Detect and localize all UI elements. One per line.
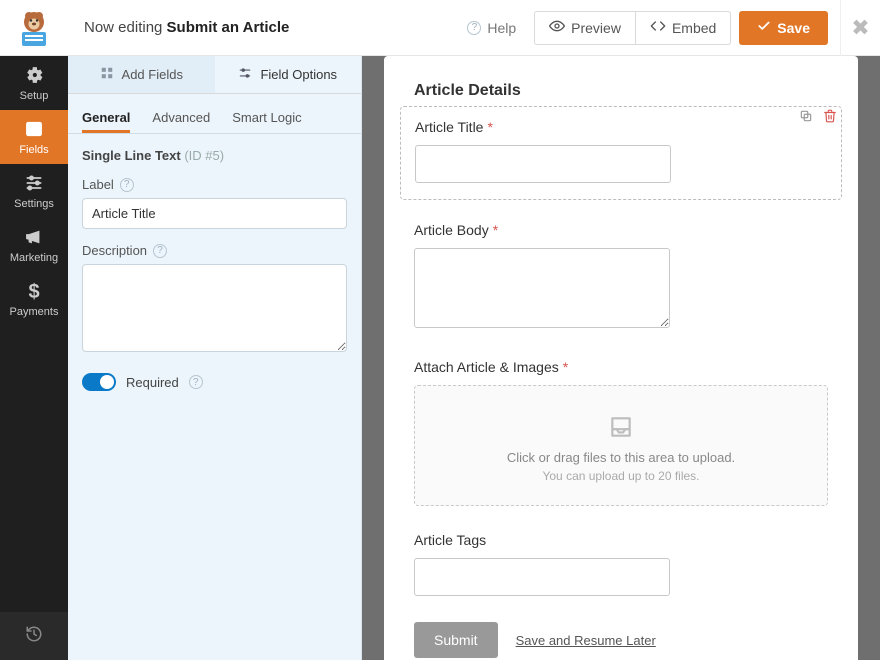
submit-button[interactable]: Submit bbox=[414, 622, 498, 658]
dropzone-sub-text: You can upload up to 20 files. bbox=[425, 469, 817, 483]
now-editing-prefix: Now editing bbox=[84, 19, 167, 36]
section-title: Article Details bbox=[414, 82, 828, 100]
save-label: Save bbox=[777, 20, 810, 36]
help-icon[interactable]: ? bbox=[153, 244, 167, 258]
rail-label: Marketing bbox=[10, 252, 58, 264]
field-label-text: Article Title bbox=[415, 119, 483, 135]
description-label: Description bbox=[82, 243, 147, 258]
rail-item-setup[interactable]: Setup bbox=[0, 56, 68, 110]
rail-label: Settings bbox=[14, 198, 54, 210]
rail-label: Fields bbox=[19, 144, 48, 156]
embed-button[interactable]: Embed bbox=[636, 11, 731, 45]
required-asterisk: * bbox=[487, 119, 492, 135]
field-label-text: Article Body bbox=[414, 222, 489, 238]
top-actions: ? Help Preview Embed Save bbox=[457, 11, 840, 45]
label-input[interactable] bbox=[82, 198, 347, 229]
article-body-textarea[interactable] bbox=[414, 248, 670, 328]
preview-button[interactable]: Preview bbox=[534, 11, 636, 45]
grid-icon bbox=[100, 66, 114, 83]
embed-label: Embed bbox=[672, 20, 716, 36]
now-editing-label: Now editing Submit an Article bbox=[84, 19, 289, 36]
field-id-label: (ID #5) bbox=[184, 148, 224, 163]
delete-field-button[interactable] bbox=[823, 109, 837, 128]
field-article-body[interactable]: Article Body* bbox=[414, 222, 828, 333]
help-icon: ? bbox=[467, 21, 481, 35]
left-rail: Setup Fields Settings Marketing $ Paymen… bbox=[0, 56, 68, 660]
field-heading: Single Line Text (ID #5) bbox=[82, 148, 347, 163]
history-icon bbox=[25, 625, 43, 648]
rail-item-marketing[interactable]: Marketing bbox=[0, 218, 68, 272]
rail-history-button[interactable] bbox=[0, 612, 68, 660]
check-icon bbox=[757, 19, 771, 36]
duplicate-field-button[interactable] bbox=[799, 109, 813, 128]
rail-item-settings[interactable]: Settings bbox=[0, 164, 68, 218]
rail-label: Payments bbox=[10, 306, 59, 318]
sliders-icon bbox=[238, 66, 252, 83]
form-icon bbox=[24, 119, 44, 142]
field-label-text: Article Tags bbox=[414, 532, 486, 548]
megaphone-icon bbox=[24, 227, 44, 250]
subtab-smart-logic[interactable]: Smart Logic bbox=[232, 110, 301, 133]
subtab-general[interactable]: General bbox=[82, 110, 130, 133]
help-link[interactable]: ? Help bbox=[457, 20, 526, 36]
required-toggle[interactable] bbox=[82, 373, 116, 391]
close-builder-button[interactable]: ✖ bbox=[840, 0, 880, 56]
save-resume-link[interactable]: Save and Resume Later bbox=[516, 633, 656, 648]
field-type-label: Single Line Text bbox=[82, 148, 181, 163]
sliders-icon bbox=[24, 173, 44, 196]
help-icon[interactable]: ? bbox=[120, 178, 134, 192]
field-attach[interactable]: Attach Article & Images* Click or drag f… bbox=[414, 359, 828, 506]
required-asterisk: * bbox=[493, 222, 498, 238]
required-asterisk: * bbox=[563, 359, 568, 375]
help-icon[interactable]: ? bbox=[189, 375, 203, 389]
rail-item-fields[interactable]: Fields bbox=[0, 110, 68, 164]
subtab-advanced[interactable]: Advanced bbox=[152, 110, 210, 133]
article-tags-input[interactable] bbox=[414, 558, 670, 596]
gear-icon bbox=[24, 65, 44, 88]
label-label: Label bbox=[82, 177, 114, 192]
save-button[interactable]: Save bbox=[739, 11, 828, 45]
tab-field-options[interactable]: Field Options bbox=[215, 56, 362, 93]
inbox-icon bbox=[425, 414, 817, 440]
dropzone-main-text: Click or drag files to this area to uplo… bbox=[425, 450, 817, 465]
copy-icon bbox=[799, 110, 813, 127]
rail-label: Setup bbox=[20, 90, 49, 102]
field-options-panel: Add Fields Field Options General Advance… bbox=[68, 56, 362, 660]
eye-icon bbox=[549, 18, 565, 37]
rail-item-payments[interactable]: $ Payments bbox=[0, 272, 68, 326]
help-label: Help bbox=[487, 20, 516, 36]
tab-add-fields[interactable]: Add Fields bbox=[68, 56, 215, 93]
tab-label: Field Options bbox=[260, 67, 337, 82]
preview-label: Preview bbox=[571, 20, 621, 36]
description-textarea[interactable] bbox=[82, 264, 347, 352]
app-logo bbox=[0, 0, 68, 56]
trash-icon bbox=[823, 110, 837, 127]
form-card: Article Details Article Title* bbox=[384, 56, 858, 660]
article-title-input[interactable] bbox=[415, 145, 671, 183]
top-bar: Now editing Submit an Article ? Help Pre… bbox=[0, 0, 880, 56]
close-icon: ✖ bbox=[851, 15, 869, 40]
tab-label: Add Fields bbox=[122, 67, 183, 82]
dollar-icon: $ bbox=[28, 281, 39, 304]
file-dropzone[interactable]: Click or drag files to this area to uplo… bbox=[414, 385, 828, 506]
form-canvas: Article Details Article Title* bbox=[362, 56, 880, 660]
required-label: Required bbox=[126, 375, 179, 390]
field-label-text: Attach Article & Images bbox=[414, 359, 559, 375]
code-icon bbox=[650, 18, 666, 37]
field-article-tags[interactable]: Article Tags bbox=[414, 532, 828, 596]
form-name: Submit an Article bbox=[167, 19, 290, 36]
field-article-title[interactable]: Article Title* bbox=[400, 106, 842, 200]
